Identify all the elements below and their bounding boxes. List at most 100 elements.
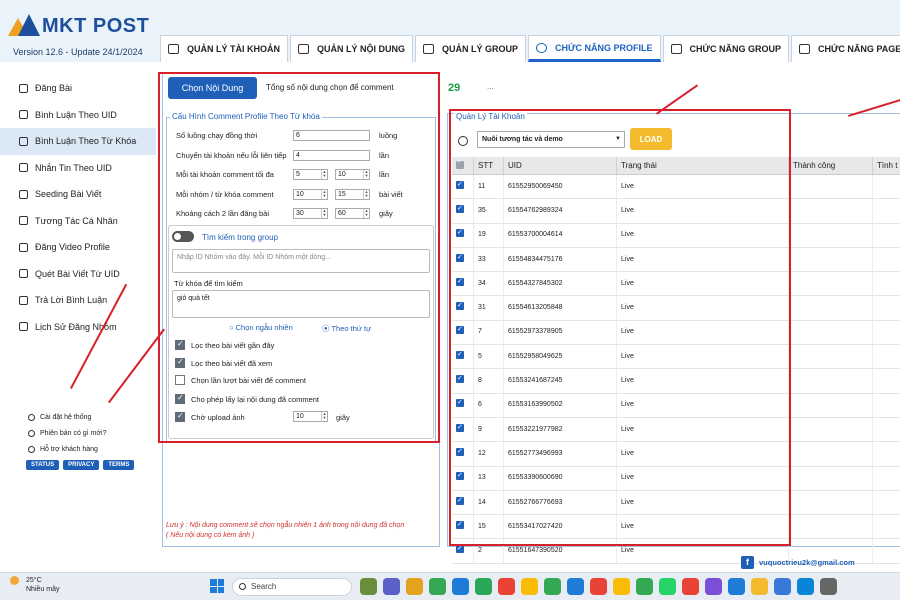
video-icon xyxy=(19,242,28,252)
row-progress xyxy=(873,272,900,296)
note-line: ( Nếu nội dung có kèm ảnh ) xyxy=(166,532,255,539)
app-icon[interactable] xyxy=(452,578,469,595)
row-success xyxy=(789,514,873,539)
header-progress[interactable]: Tình t xyxy=(873,157,900,175)
sidebar-item-label: Đăng Bài xyxy=(35,83,73,94)
chrome-icon[interactable] xyxy=(429,578,446,595)
sidebar-item-label: Bình Luận Theo UID xyxy=(35,109,117,120)
app-icon[interactable] xyxy=(728,578,745,595)
history-icon xyxy=(19,322,28,332)
chrome-icon[interactable] xyxy=(590,578,607,595)
scan-icon xyxy=(19,269,28,279)
whats-new-link[interactable]: Phiên bản có gì mới? xyxy=(28,425,106,441)
row-progress xyxy=(873,320,900,344)
sidebar-item-scan[interactable]: Quét Bài Viết Từ UID xyxy=(0,261,156,288)
row-success xyxy=(789,344,873,369)
chrome-icon[interactable] xyxy=(521,578,538,595)
row-progress xyxy=(873,199,900,223)
sidebar-item-post[interactable]: Đăng Bài xyxy=(0,75,156,102)
row-checkbox[interactable] xyxy=(456,539,464,561)
chrome-icon[interactable] xyxy=(682,578,699,595)
annotation-box-config xyxy=(158,72,440,443)
edge-icon[interactable] xyxy=(797,578,814,595)
sidebar-footer: Cài đặt hệ thống Phiên bản có gì mới? Hỗ… xyxy=(28,409,106,457)
logo-mark-icon xyxy=(8,14,40,38)
tab-label: QUẢN LÝ NỘI DUNG xyxy=(317,44,406,54)
app-logo: MKT POST xyxy=(8,14,149,38)
taskbar-apps xyxy=(360,578,837,595)
sidebar-item-reply[interactable]: Trả Lời Bình Luận xyxy=(0,287,156,314)
chrome-icon[interactable] xyxy=(636,578,653,595)
terms-badge[interactable]: TERMS xyxy=(103,460,135,470)
sidebar-item-label: Đăng Video Profile xyxy=(35,242,110,253)
tab-account-management[interactable]: QUẢN LÝ TÀI KHOẢN xyxy=(160,35,288,62)
sidebar-item-label: Nhắn Tin Theo UID xyxy=(35,162,112,173)
row-success xyxy=(789,393,873,418)
header-success[interactable]: Thành công xyxy=(789,157,873,175)
content-dots: ... xyxy=(487,82,494,91)
app-icon[interactable] xyxy=(705,578,722,595)
sidebar-item-video[interactable]: Đăng Video Profile xyxy=(0,234,156,261)
row-success xyxy=(789,369,873,394)
row-success xyxy=(789,490,873,515)
taskbar-search[interactable]: Search xyxy=(232,578,352,596)
tab-label: CHỨC NĂNG GROUP xyxy=(689,44,781,54)
spreadsheet-icon[interactable] xyxy=(475,578,492,595)
app-icon[interactable] xyxy=(360,578,377,595)
tab-page-functions[interactable]: CHỨC NĂNG PAGE xyxy=(790,35,900,62)
weather-widget[interactable]: 25°C Nhiều mây xyxy=(26,576,59,594)
sidebar-item-label: Quét Bài Viết Từ UID xyxy=(35,268,120,279)
whats-new-label: Phiên bản có gì mới? xyxy=(40,429,107,437)
app-icon[interactable] xyxy=(383,578,400,595)
reply-icon xyxy=(19,295,28,305)
seeding-icon xyxy=(19,189,28,199)
privacy-badge[interactable]: PRIVACY xyxy=(63,460,100,470)
weather-icon xyxy=(10,576,19,585)
sidebar-item-message-uid[interactable]: Nhắn Tin Theo UID xyxy=(0,155,156,182)
tab-group-functions[interactable]: CHỨC NĂNG GROUP xyxy=(662,35,789,62)
chrome-icon[interactable] xyxy=(613,578,630,595)
sidebar-item-interact[interactable]: Tương Tác Cá Nhân xyxy=(0,208,156,235)
tab-profile-functions[interactable]: CHỨC NĂNG PROFILE xyxy=(528,35,661,62)
row-success xyxy=(789,223,873,248)
search-icon xyxy=(239,583,246,590)
tab-label: QUẢN LÝ TÀI KHOẢN xyxy=(187,44,280,54)
contact-email[interactable]: f vuquoctrieu2k@gmail.com xyxy=(741,556,855,569)
row-progress xyxy=(873,442,900,466)
settings-link[interactable]: Cài đặt hệ thống xyxy=(28,409,106,425)
row-success xyxy=(789,466,873,491)
tab-content-management[interactable]: QUẢN LÝ NỘI DUNG xyxy=(290,35,414,62)
cloud-icon[interactable] xyxy=(774,578,791,595)
sidebar-item-history[interactable]: Lịch Sử Đăng Nhóm xyxy=(0,314,156,341)
sidebar-item-seeding[interactable]: Seeding Bài Viết xyxy=(0,181,156,208)
app-icon[interactable] xyxy=(751,578,768,595)
whatsapp-icon[interactable] xyxy=(659,578,676,595)
row-success xyxy=(789,417,873,442)
sidebar-item-label: Tương Tác Cá Nhân xyxy=(35,215,118,226)
note-line: Lưu ý : Nội dung comment sẽ chọn ngẫu nh… xyxy=(166,522,405,529)
folder-icon[interactable] xyxy=(406,578,423,595)
facebook-icon xyxy=(798,44,810,54)
facebook-icon: f xyxy=(741,556,754,569)
annotation-box-accounts xyxy=(449,109,791,546)
tab-group-management[interactable]: QUẢN LÝ GROUP xyxy=(415,35,527,62)
support-link[interactable]: Hỗ trợ khách hàng xyxy=(28,441,106,457)
sidebar-item-comment-uid[interactable]: Bình Luận Theo UID xyxy=(0,102,156,129)
chrome-icon[interactable] xyxy=(498,578,515,595)
note-text: Lưu ý : Nội dung comment sẽ chọn ngẫu nh… xyxy=(166,521,404,541)
chrome-icon[interactable] xyxy=(544,578,561,595)
row-progress xyxy=(873,369,900,393)
row-progress xyxy=(873,296,900,320)
row-success xyxy=(789,320,873,345)
row-progress xyxy=(873,223,900,247)
windows-start-icon[interactable] xyxy=(210,579,224,593)
sidebar-item-comment-keyword[interactable]: Bình Luận Theo Từ Khóa xyxy=(0,128,156,155)
status-badge[interactable]: STATUS xyxy=(26,460,60,470)
support-label: Hỗ trợ khách hàng xyxy=(40,445,98,453)
info-icon xyxy=(28,429,35,437)
logo-text: MKT POST xyxy=(42,14,150,37)
app-icon[interactable] xyxy=(567,578,584,595)
main-tabs: QUẢN LÝ TÀI KHOẢN QUẢN LÝ NỘI DUNG QUẢN … xyxy=(160,35,900,62)
app-icon[interactable] xyxy=(820,578,837,595)
row-progress xyxy=(873,248,900,272)
